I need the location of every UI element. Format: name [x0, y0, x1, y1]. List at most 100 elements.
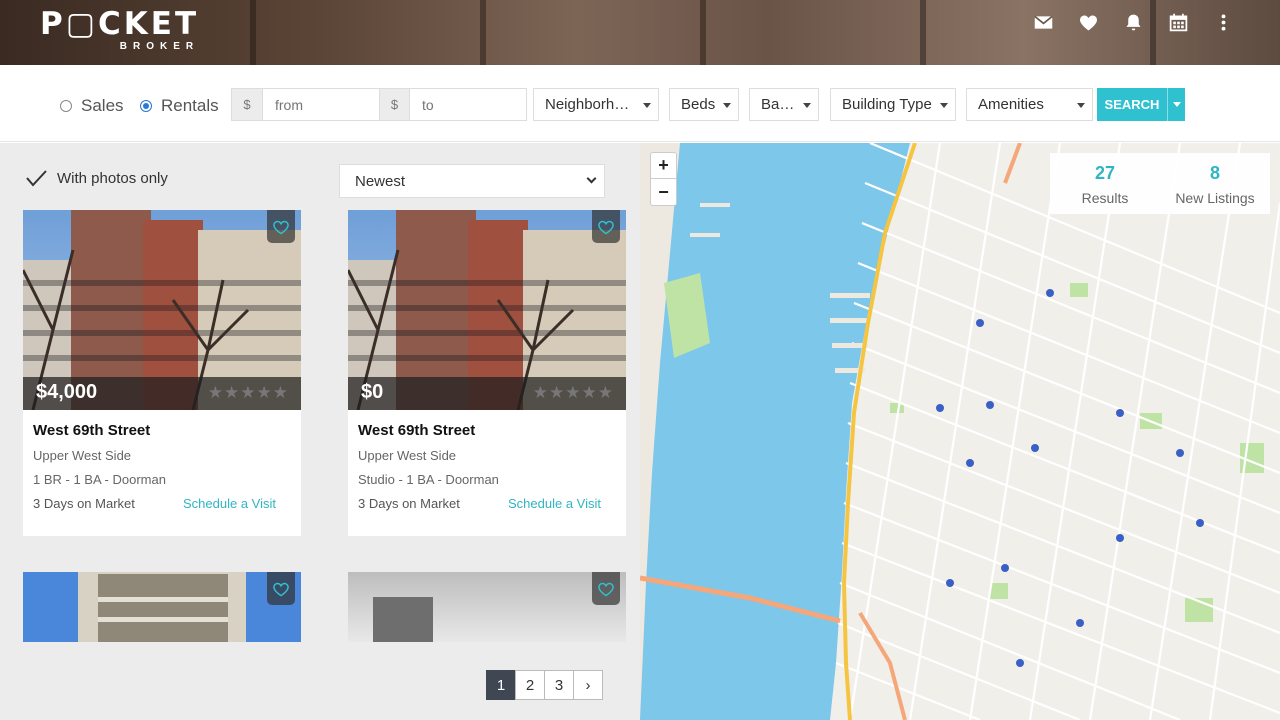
checkmark-icon	[26, 170, 47, 187]
star-icon: ★	[207, 383, 223, 402]
chevron-down-icon	[586, 173, 597, 184]
star-icon: ★	[256, 383, 272, 402]
radio-sales[interactable]: Sales	[60, 96, 124, 116]
header-banner: P▢CKET BROKER	[0, 0, 1280, 65]
brand-subtitle: BROKER	[119, 41, 200, 52]
new-listings-stat: 8 New Listings	[1160, 153, 1270, 214]
brand-logo[interactable]: P▢CKET BROKER	[40, 8, 199, 52]
brand-name: P▢CKET	[40, 6, 200, 42]
listings-panel: With photos only Newest $4,000 ★★★★★	[0, 143, 640, 720]
mail-icon[interactable]	[1033, 12, 1055, 34]
heart-outline-icon	[598, 220, 614, 234]
star-icon: ★	[549, 383, 565, 402]
heart-outline-icon	[598, 582, 614, 596]
map-view[interactable]: + − 27 Results 8 New Listings	[640, 143, 1280, 720]
star-icon: ★	[565, 383, 581, 402]
price-to-input[interactable]	[410, 89, 526, 120]
results-label: Results	[1081, 190, 1129, 206]
listing-card[interactable]	[23, 572, 301, 642]
listing-photo[interactable]	[23, 572, 301, 642]
new-listings-label: New Listings	[1175, 190, 1255, 206]
rating-stars: ★ ★ ★ ★ ★	[208, 384, 288, 401]
banner-decoration	[700, 0, 706, 65]
banner-decoration	[920, 0, 926, 65]
price-from-group: $	[231, 88, 380, 121]
schedule-visit-link[interactable]: Schedule a Visit	[508, 496, 601, 511]
radio-rentals[interactable]: Rentals	[140, 96, 219, 116]
page-2-button[interactable]: 2	[515, 670, 545, 700]
star-icon: ★	[581, 383, 597, 402]
map-stats-panel: 27 Results 8 New Listings	[1050, 153, 1270, 214]
sort-select[interactable]: Newest	[339, 164, 605, 198]
listing-details: 1 BR - 1 BA - Doorman	[33, 472, 166, 487]
caret-down-icon	[643, 103, 651, 108]
neighborhood-select-value: Neighborhoo…	[545, 96, 646, 113]
search-button[interactable]: SEARCH	[1097, 88, 1185, 121]
radio-rentals-dot[interactable]	[140, 100, 152, 112]
baths-select[interactable]: Baths	[749, 88, 819, 121]
zoom-out-button[interactable]: −	[651, 179, 676, 205]
photos-only-toggle[interactable]: With photos only	[25, 169, 168, 187]
heart-icon[interactable]	[1078, 12, 1100, 34]
bell-icon[interactable]	[1123, 12, 1145, 34]
price-to-group: $	[379, 88, 527, 121]
favorite-button[interactable]	[267, 210, 295, 243]
listing-neighborhood: Upper West Side	[358, 448, 457, 463]
banner-decoration	[1150, 0, 1156, 65]
next-page-button[interactable]: ›	[573, 670, 603, 700]
zoom-in-button[interactable]: +	[651, 153, 676, 179]
amenities-select[interactable]: Amenities	[966, 88, 1093, 121]
map-zoom-control: + −	[650, 152, 677, 206]
page-1-button[interactable]: 1	[486, 670, 516, 700]
radio-sales-label: Sales	[81, 96, 124, 115]
pagination: 1 2 3 ›	[486, 670, 603, 700]
star-icon: ★	[240, 383, 256, 402]
listing-title[interactable]: West 69th Street	[358, 422, 616, 439]
listing-photo[interactable]: $4,000 ★ ★ ★ ★ ★	[23, 210, 301, 410]
listing-details: Studio - 1 BA - Doorman	[358, 472, 499, 487]
favorite-button[interactable]	[267, 572, 295, 605]
calendar-icon[interactable]	[1168, 12, 1190, 34]
heart-outline-icon	[273, 582, 289, 596]
results-count: 27	[1094, 163, 1116, 183]
listing-card[interactable]	[348, 572, 626, 642]
photos-only-label: With photos only	[57, 169, 168, 187]
price-from-input[interactable]	[263, 89, 379, 120]
banner-decoration	[480, 0, 486, 65]
banner-decoration	[250, 0, 256, 65]
caret-down-icon	[940, 103, 948, 108]
days-on-market: 3 Days on Market	[358, 496, 460, 511]
currency-addon: $	[380, 89, 410, 120]
building-type-select[interactable]: Building Type	[830, 88, 956, 121]
favorite-button[interactable]	[592, 210, 620, 243]
sort-select-value: Newest	[355, 172, 406, 190]
radio-sales-dot[interactable]	[60, 100, 72, 112]
more-vertical-icon[interactable]	[1213, 12, 1235, 34]
listing-photo[interactable]: $0 ★ ★ ★ ★ ★	[348, 210, 626, 410]
days-on-market: 3 Days on Market	[33, 496, 135, 511]
neighborhood-select[interactable]: Neighborhoo…	[533, 88, 659, 121]
caret-down-icon	[803, 103, 811, 108]
new-listings-count: 8	[1209, 163, 1220, 183]
listing-title[interactable]: West 69th Street	[33, 422, 291, 439]
search-filter-bar: Sales Rentals $ $ Neighborhoo… Beds Bath…	[0, 65, 1280, 142]
listing-card[interactable]: $0 ★ ★ ★ ★ ★ West 69th Street Upper West Sid…	[348, 210, 626, 536]
page-3-button[interactable]: 3	[544, 670, 574, 700]
listing-price: $4,000	[36, 381, 98, 403]
currency-addon: $	[232, 89, 263, 120]
schedule-visit-link[interactable]: Schedule a Visit	[183, 496, 276, 511]
map-canvas[interactable]	[640, 143, 1280, 720]
search-dropdown-toggle[interactable]	[1167, 88, 1185, 121]
listing-card[interactable]: $4,000 ★ ★ ★ ★ ★ West 69th Street Upper West…	[23, 210, 301, 536]
listing-price: $0	[361, 381, 384, 403]
caret-down-icon	[723, 103, 731, 108]
beds-select[interactable]: Beds	[669, 88, 739, 121]
amenities-select-value: Amenities	[978, 96, 1044, 113]
listing-photo[interactable]	[348, 572, 626, 642]
favorite-button[interactable]	[592, 572, 620, 605]
star-icon: ★	[532, 383, 548, 402]
rating-stars: ★ ★ ★ ★ ★	[533, 384, 613, 401]
caret-down-icon	[1077, 103, 1085, 108]
radio-rentals-label: Rentals	[161, 96, 219, 115]
star-icon: ★	[272, 383, 288, 402]
